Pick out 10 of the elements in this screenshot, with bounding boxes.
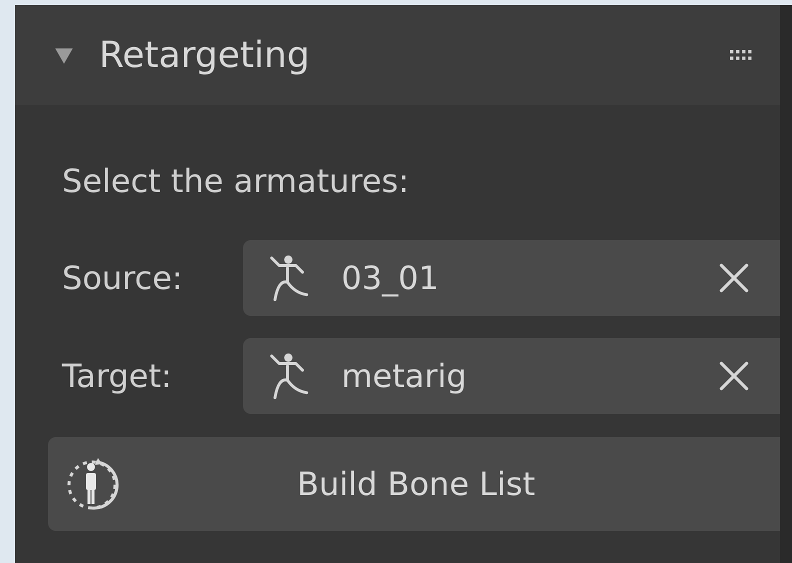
drag-handle-icon[interactable]	[730, 50, 752, 60]
panel-title: Retargeting	[99, 34, 311, 76]
armature-field[interactable]: 03_01	[243, 240, 780, 316]
prompt-text: Select the armatures:	[62, 162, 410, 202]
field-label: Source:	[62, 259, 184, 297]
armature-field[interactable]: metarig	[243, 338, 780, 414]
build-bone-list-button[interactable]: Build Bone List	[48, 437, 780, 531]
field-value: metarig	[341, 357, 468, 395]
field-value: 03_01	[341, 259, 440, 297]
field-label: Target:	[62, 357, 173, 395]
